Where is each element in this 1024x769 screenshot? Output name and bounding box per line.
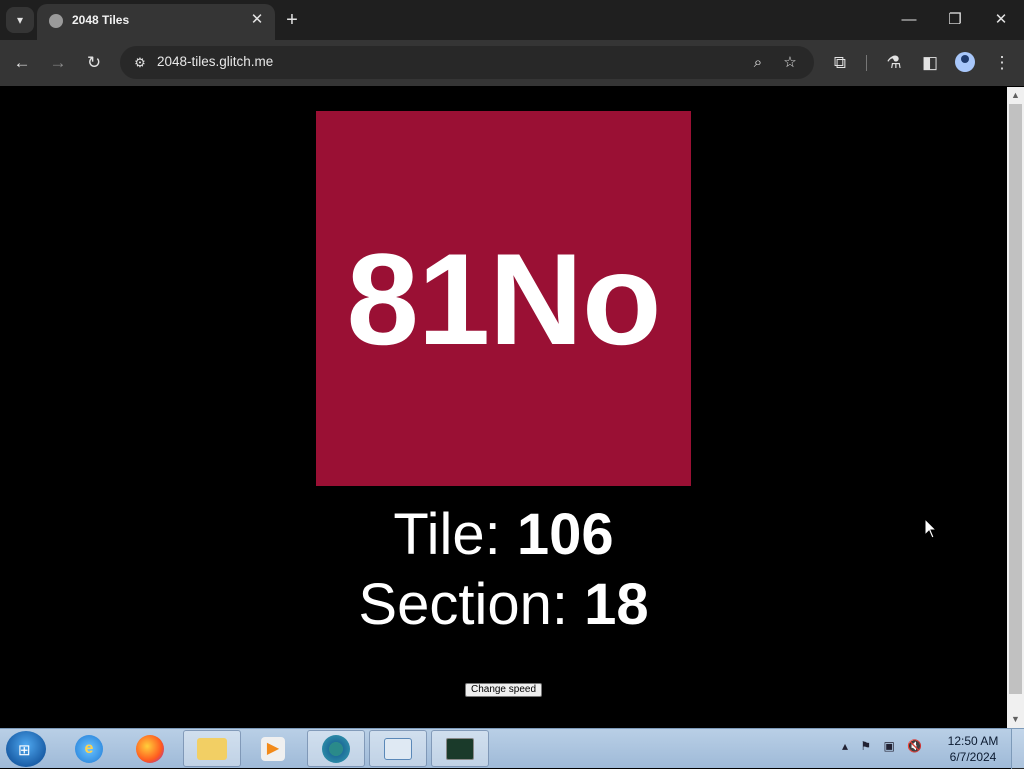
tile: 81No [316, 111, 691, 486]
url-text[interactable]: 2048-tiles.glitch.me [157, 54, 273, 69]
mouse-cursor-icon [924, 518, 938, 539]
scroll-thumb[interactable] [1009, 104, 1022, 694]
section-number: 18 [584, 572, 649, 637]
zoom-icon[interactable]: ⌕ [746, 51, 770, 75]
labs-icon[interactable]: ⚗ [881, 50, 907, 76]
vertical-scrollbar[interactable]: ▲ ▼ [1007, 87, 1024, 728]
tile-text: 81No [346, 225, 662, 372]
forward-icon[interactable]: → [45, 50, 71, 76]
tab-close-icon[interactable]: ✕ [247, 10, 267, 30]
volume-muted-icon[interactable]: 🔇 [907, 739, 922, 753]
address-bar[interactable]: ⚙ 2048-tiles.glitch.me ⌕ ☆ [120, 46, 814, 79]
media-player-icon[interactable]: ▶ [244, 730, 302, 767]
network-icon[interactable]: ▣ [883, 739, 894, 753]
change-speed-button[interactable]: Change speed [465, 683, 542, 697]
tab-strip: ▾ 2048 Tiles ✕ + — ❐ ✕ [0, 0, 1024, 40]
action-center-flag-icon[interactable]: ⚑ [860, 739, 871, 753]
start-button[interactable]: ⊞ [6, 731, 46, 767]
tab-title: 2048 Tiles [72, 13, 130, 27]
scroll-down-icon[interactable]: ▼ [1007, 711, 1024, 728]
close-icon[interactable]: ✕ [978, 0, 1024, 40]
taskbar: ⊞ e ▶ ▴ ⚑ ▣ 🔇 12:50 AM 6/7/2024 [0, 728, 1024, 769]
scroll-up-icon[interactable]: ▲ [1007, 87, 1024, 104]
site-info-icon[interactable]: ⚙ [128, 51, 152, 75]
control-panel-icon[interactable] [369, 730, 427, 767]
menu-icon[interactable]: ⋮ [989, 50, 1015, 76]
minimize-icon[interactable]: — [886, 0, 932, 40]
section-label: Section: [358, 572, 585, 637]
show-desktop-button[interactable] [1011, 729, 1024, 769]
profile-icon[interactable] [955, 52, 975, 72]
system-tray: ▴ ⚑ ▣ 🔇 [842, 739, 931, 753]
star-icon[interactable]: ☆ [778, 51, 802, 75]
clock-date: 6/7/2024 [949, 750, 997, 764]
side-panel-icon[interactable]: ◧ [917, 50, 943, 76]
firefox-icon[interactable] [121, 730, 179, 767]
tab-search-icon[interactable]: ▾ [6, 7, 34, 33]
clock-time: 12:50 AM [947, 734, 999, 748]
back-icon[interactable]: ← [9, 50, 35, 76]
restore-icon[interactable]: ❐ [932, 0, 978, 40]
tile-label: Tile: [393, 502, 517, 567]
tile-info: Tile: 106 [0, 501, 1007, 568]
section-info: Section: 18 [0, 571, 1007, 638]
reload-icon[interactable]: ↻ [81, 50, 107, 76]
internet-explorer-icon[interactable]: e [60, 730, 118, 767]
browser-toolbar: ← → ↻ ⚙ 2048-tiles.glitch.me ⌕ ☆ ⧉ ⚗ ◧ ⋮ [0, 40, 1024, 86]
page-content: 81No Tile: 106 Section: 18 Change speed [0, 87, 1007, 728]
new-tab-icon[interactable]: + [281, 9, 303, 31]
tray-expand-icon[interactable]: ▴ [842, 739, 848, 753]
windows-logo-icon: ⊞ [18, 742, 31, 759]
file-explorer-icon[interactable] [183, 730, 241, 767]
chrome-app-icon[interactable] [307, 730, 365, 767]
tab-active[interactable]: 2048 Tiles ✕ [37, 4, 275, 40]
toolbar-divider [866, 55, 867, 71]
clock[interactable]: 12:50 AM 6/7/2024 [940, 733, 1006, 765]
globe-icon [49, 14, 63, 28]
tile-number: 106 [516, 502, 614, 567]
task-manager-icon[interactable] [431, 730, 489, 767]
extensions-icon[interactable]: ⧉ [827, 50, 853, 76]
